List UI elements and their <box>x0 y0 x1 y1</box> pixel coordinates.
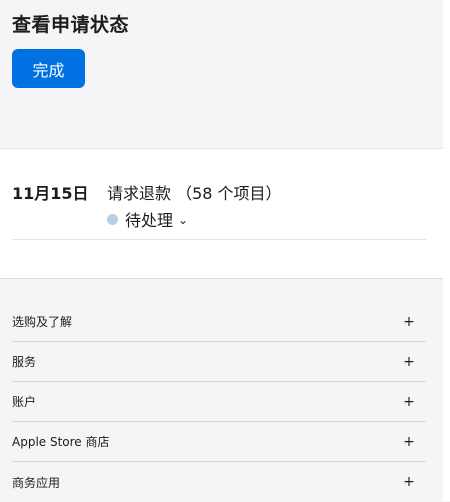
footer-item-label: 账户 <box>12 395 37 409</box>
plus-icon: + <box>403 393 415 410</box>
footer-item-services[interactable]: 服务 + <box>12 342 426 382</box>
header-section: 查看申请状态 完成 <box>0 0 443 148</box>
footer-item-label: 服务 <box>12 355 37 369</box>
status-dropdown[interactable]: 待处理 ⌄ <box>107 207 188 231</box>
plus-icon: + <box>403 433 415 450</box>
request-status-card: 11月15日 请求退款 （58 个项目） 待处理 ⌄ <box>0 148 443 279</box>
request-date: 11月15日 <box>12 184 89 203</box>
page-title: 查看申请状态 <box>12 14 130 36</box>
plus-icon: + <box>403 313 415 330</box>
request-title: 请求退款 （58 个项目） <box>107 184 282 203</box>
footer-item-shop[interactable]: 选购及了解 + <box>12 302 426 342</box>
plus-icon: + <box>403 474 415 490</box>
right-edge-strip <box>443 0 450 501</box>
footer-item-business[interactable]: 商务应用 + <box>12 462 426 502</box>
footer-accordion: 选购及了解 + 服务 + 账户 + Apple Store 商店 + 商务应用 … <box>12 302 426 502</box>
footer-item-label: Apple Store 商店 <box>12 435 110 449</box>
divider <box>12 239 426 240</box>
footer-item-account[interactable]: 账户 + <box>12 382 426 422</box>
footer-item-label: 商务应用 <box>12 475 61 490</box>
plus-icon: + <box>403 353 415 370</box>
footer-item-label: 选购及了解 <box>12 315 73 329</box>
chevron-down-icon: ⌄ <box>178 213 189 227</box>
footer-item-apple-store[interactable]: Apple Store 商店 + <box>12 422 426 462</box>
status-dot-icon <box>107 213 118 225</box>
status-label: 待处理 <box>125 211 174 230</box>
done-button[interactable]: 完成 <box>12 49 85 88</box>
